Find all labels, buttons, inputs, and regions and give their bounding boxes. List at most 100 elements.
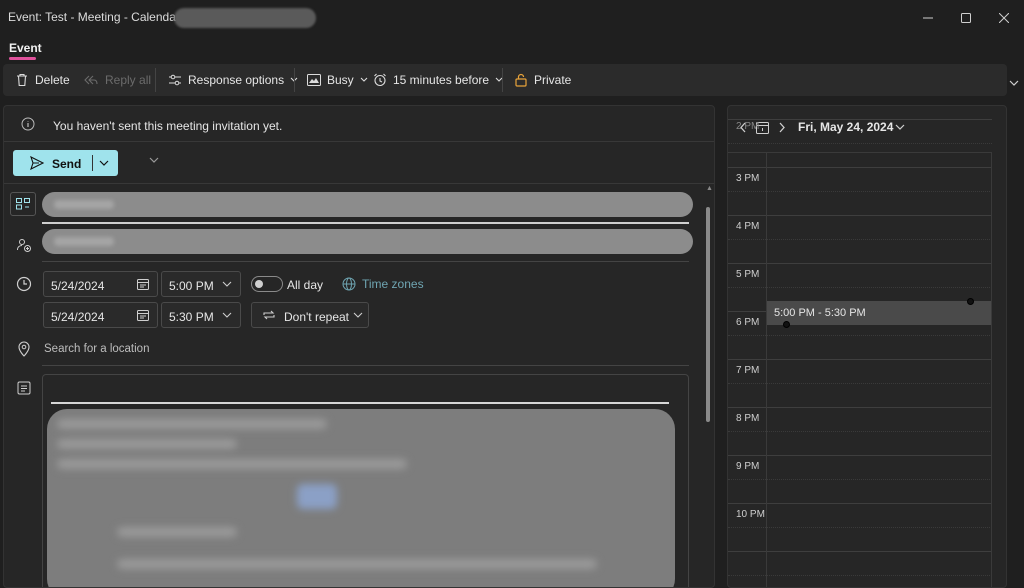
busy-label: Busy <box>327 73 354 87</box>
hour-line <box>728 503 992 504</box>
time-zones-button[interactable]: Time zones <box>342 277 424 291</box>
half-hour-line <box>728 383 992 384</box>
scroll-up-arrow[interactable]: ▲ <box>706 185 713 192</box>
time-zones-label: Time zones <box>362 277 424 291</box>
sliders-icon <box>169 74 181 86</box>
hour-label: 6 PM <box>736 317 760 328</box>
end-date-input[interactable]: 5/24/2024 <box>43 302 158 328</box>
info-bar: You haven't sent this meeting invitation… <box>4 106 714 142</box>
reply-all-button[interactable]: Reply all <box>83 64 151 96</box>
private-button[interactable]: Private <box>514 64 571 96</box>
end-time-select[interactable]: 5:30 PM <box>161 302 241 328</box>
event-resize-handle-top[interactable] <box>967 298 974 305</box>
title-underline <box>42 222 689 224</box>
half-hour-line <box>728 479 992 480</box>
hour-slot: 3 PM <box>728 167 992 215</box>
delete-label: Delete <box>35 73 70 87</box>
reminder-button[interactable]: 15 minutes before <box>373 64 503 96</box>
half-hour-line <box>728 431 992 432</box>
half-hour-line <box>728 527 992 528</box>
send-options-chevron-icon[interactable] <box>99 160 109 167</box>
scrollbar-thumb[interactable] <box>706 207 710 422</box>
ribbon-divider <box>155 68 156 92</box>
send-row: Send <box>4 142 714 184</box>
alarm-clock-icon <box>374 73 386 87</box>
ribbon-expand-chevron-icon[interactable] <box>1009 80 1019 87</box>
event-time-label: 5:00 PM - 5:30 PM <box>774 307 866 319</box>
body-separator <box>51 402 669 404</box>
end-time-value: 5:30 PM <box>169 310 214 324</box>
redacted-image <box>297 484 337 509</box>
redacted-title <box>54 200 114 209</box>
hour-label: 3 PM <box>736 173 760 184</box>
location-pin-icon <box>18 341 30 357</box>
redacted-text <box>117 527 237 537</box>
busy-status-button[interactable]: Busy <box>307 64 368 96</box>
calendar-day-panel: Fri, May 24, 2024 2 PM 3 PM 4 PM 5 PM 6 … <box>727 105 1007 588</box>
hour-label: 9 PM <box>736 461 760 472</box>
location-input[interactable]: Search for a location <box>44 343 149 355</box>
chevron-down-icon <box>222 281 232 287</box>
event-body-editor[interactable] <box>42 374 689 587</box>
redacted-text <box>57 419 327 429</box>
info-icon <box>21 117 35 131</box>
event-resize-handle-bottom[interactable] <box>783 321 790 328</box>
half-hour-line <box>728 239 992 240</box>
half-hour-line <box>728 287 992 288</box>
hour-label: 10 PM <box>736 509 765 520</box>
send-button[interactable]: Send <box>13 150 118 176</box>
attendees-field[interactable] <box>42 229 693 254</box>
ribbon-tabs: Event <box>0 35 1024 63</box>
busy-status-icon <box>307 74 321 86</box>
close-icon[interactable] <box>994 8 1014 28</box>
hour-slot: 4 PM <box>728 215 992 263</box>
hour-line <box>728 215 992 216</box>
ribbon-divider <box>502 68 503 92</box>
hour-line <box>728 359 992 360</box>
hour-slot: 10 PM <box>728 503 992 551</box>
event-title-field[interactable] <box>42 192 693 217</box>
timeline-right-border <box>991 153 992 587</box>
hour-label: 5 PM <box>736 269 760 280</box>
tab-event[interactable]: Event <box>9 41 42 55</box>
notes-icon <box>17 381 31 395</box>
calendar-icon[interactable] <box>137 278 149 290</box>
redacted-text <box>57 439 237 449</box>
globe-icon <box>342 277 356 291</box>
lock-icon <box>515 73 527 87</box>
repeat-label: Don't repeat <box>284 310 349 324</box>
hour-line <box>728 263 992 264</box>
calendar-icon[interactable] <box>137 309 149 321</box>
hour-label: 8 PM <box>736 413 760 424</box>
repeat-select[interactable]: Don't repeat <box>251 302 369 328</box>
hour-line <box>728 551 992 552</box>
send-label: Send <box>52 157 82 171</box>
start-time-select[interactable]: 5:00 PM <box>161 271 241 297</box>
chevron-down-icon <box>353 312 363 318</box>
event-block[interactable]: 5:00 PM - 5:30 PM <box>767 301 991 325</box>
send-icon <box>30 156 44 170</box>
hour-label: 7 PM <box>736 365 760 376</box>
title-bar: Event: Test - Meeting - Calendar - <box>0 0 1024 35</box>
start-time-value: 5:00 PM <box>169 279 214 293</box>
time-gutter-divider <box>766 153 767 587</box>
redacted-text <box>117 559 597 569</box>
day-timeline: 2 PM 3 PM 4 PM 5 PM 6 PM 7 PM 8 PM 9 PM … <box>728 119 992 587</box>
chevron-down-icon <box>360 77 368 82</box>
people-add-icon <box>17 239 31 252</box>
more-options-chevron-icon[interactable] <box>149 157 159 164</box>
minimize-icon[interactable] <box>918 8 938 28</box>
window-title: Event: Test - Meeting - Calendar - <box>8 10 188 24</box>
maximize-icon[interactable] <box>956 8 976 28</box>
redacted-title-part <box>174 8 316 28</box>
delete-button[interactable]: Delete <box>15 64 70 96</box>
redacted-text <box>57 459 407 469</box>
start-date-input[interactable]: 5/24/2024 <box>43 271 158 297</box>
response-options-button[interactable]: Response options <box>168 64 298 96</box>
half-hour-line <box>728 575 992 576</box>
all-day-toggle[interactable] <box>251 276 283 292</box>
hour-label: 4 PM <box>736 221 760 232</box>
scrollbar[interactable]: ▲ <box>705 185 713 587</box>
hour-line <box>728 119 992 120</box>
category-button[interactable] <box>10 192 36 216</box>
